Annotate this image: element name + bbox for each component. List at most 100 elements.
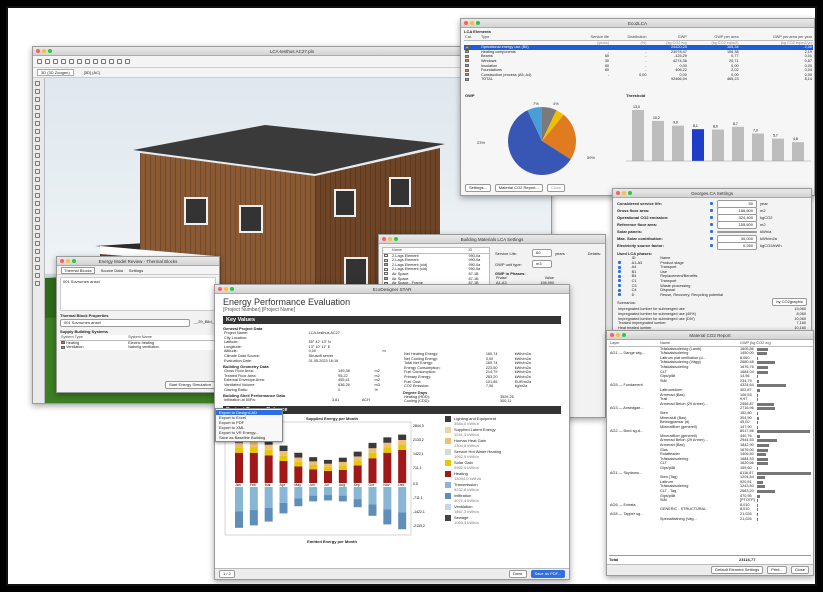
default-element-settings-button[interactable]: Default Element Settings	[711, 566, 764, 574]
done-button[interactable]: Done	[508, 570, 527, 578]
settings-button[interactable]: Settings...	[465, 184, 491, 192]
tab-thermal-blocks[interactable]: Thermal Blocks	[61, 266, 95, 274]
legend-item: Human Heat Gain 1304,8 kWh/a	[445, 437, 561, 448]
tab-3d-view[interactable]: 3D (3D Zoogen)	[37, 69, 74, 76]
mr-gwp-value: 1605,86	[740, 346, 754, 351]
close-window-icon[interactable]	[60, 259, 64, 263]
fill-icon[interactable]	[35, 233, 40, 238]
text-icon[interactable]	[35, 185, 40, 190]
pencil-icon[interactable]	[61, 59, 66, 64]
roof-icon[interactable]	[35, 145, 40, 150]
beam-icon[interactable]	[35, 121, 40, 126]
shell-icon[interactable]	[35, 153, 40, 158]
morph-icon[interactable]	[35, 161, 40, 166]
checkbox-icon[interactable]	[710, 202, 713, 205]
window-icon[interactable]	[35, 105, 40, 110]
checkbox-icon[interactable]	[710, 230, 713, 233]
select-tool-icon[interactable]	[35, 81, 40, 86]
zone-icon[interactable]	[35, 177, 40, 182]
dimension-icon[interactable]	[35, 201, 40, 206]
material-report-button[interactable]: Material CO2 Report...	[494, 184, 543, 192]
arc-icon[interactable]	[35, 217, 40, 222]
undo-icon[interactable]	[37, 59, 42, 64]
system-row[interactable]: Ventilation Naturlig ventilation	[60, 345, 218, 350]
orbit-icon[interactable]	[117, 59, 122, 64]
general-row: Evaluation Date: 01.05.2023 16:16	[223, 359, 393, 364]
zoom-window-icon[interactable]	[72, 259, 76, 263]
grid-icon[interactable]	[93, 59, 98, 64]
legend-value: 13094,0 kWh/a	[454, 475, 481, 481]
thermal-block-name-field[interactable]: 001 Sovrumen ansel	[60, 319, 190, 327]
minimize-window-icon[interactable]	[616, 333, 620, 337]
checkbox-icon[interactable]	[710, 223, 713, 226]
layers-icon[interactable]	[101, 59, 106, 64]
checkbox-icon[interactable]	[710, 209, 713, 212]
section-icon[interactable]	[35, 257, 40, 262]
column-icon[interactable]	[35, 113, 40, 118]
line-icon[interactable]	[35, 209, 40, 214]
service-life-input[interactable]: 60	[532, 249, 552, 257]
material-report-row[interactable]: Specialfaltning (Vag... 21,026	[609, 517, 813, 522]
start-energy-simulation-button[interactable]: Start Energy Simulation	[164, 381, 215, 389]
checkbox-icon[interactable]	[710, 244, 713, 247]
eco-setting-input[interactable]: 0,250	[717, 241, 757, 250]
worksheet-icon[interactable]	[35, 281, 40, 286]
zoom-window-icon[interactable]	[476, 21, 480, 25]
zoom-window-icon[interactable]	[394, 237, 398, 241]
label-icon[interactable]	[35, 193, 40, 198]
thermal-block-list-item[interactable]: 001 Sovrumen ansel	[60, 277, 216, 311]
close-window-icon[interactable]	[464, 21, 468, 25]
minimize-window-icon[interactable]	[388, 237, 392, 241]
zoom-window-icon[interactable]	[48, 49, 52, 53]
page-indicator[interactable]: 1 / 2	[219, 570, 235, 578]
save-pdf-button[interactable]: Save as PDF...	[530, 570, 565, 578]
zoom-icon[interactable]	[125, 59, 130, 64]
close-window-icon[interactable]	[610, 333, 614, 337]
roof-tool-icon[interactable]	[85, 59, 90, 64]
scenario-select[interactable]: by CO2graphic	[772, 298, 807, 307]
polyline-icon[interactable]	[35, 225, 40, 230]
elevation-icon[interactable]	[35, 265, 40, 270]
camera-icon[interactable]	[35, 249, 40, 254]
tab-settings[interactable]: Settings	[129, 268, 143, 273]
lca-element-row[interactable]: TOTAL 92466,94 465,23 8,14	[464, 77, 813, 82]
settings-icon[interactable]	[109, 59, 114, 64]
minimize-window-icon[interactable]	[622, 191, 626, 195]
close-window-icon[interactable]	[218, 287, 222, 291]
material-close-button[interactable]: Close	[790, 566, 809, 574]
checkbox-icon[interactable]	[710, 237, 713, 240]
minimize-window-icon[interactable]	[42, 49, 46, 53]
minimize-window-icon[interactable]	[470, 21, 474, 25]
checkbox-icon[interactable]	[710, 216, 713, 219]
close-button[interactable]: Close	[546, 184, 566, 192]
slab-icon[interactable]	[35, 129, 40, 134]
zoom-window-icon[interactable]	[622, 333, 626, 337]
stair-icon[interactable]	[35, 137, 40, 142]
arrow-icon[interactable]	[53, 59, 58, 64]
wall-tool-icon[interactable]	[69, 59, 74, 64]
slab-tool-icon[interactable]	[77, 59, 82, 64]
zoom-window-icon[interactable]	[230, 287, 234, 291]
supplied-energy-bar	[309, 464, 318, 470]
tab-3d-ac[interactable]: [3D] (AC)	[84, 70, 101, 75]
close-window-icon[interactable]	[382, 237, 386, 241]
minimize-window-icon[interactable]	[66, 259, 70, 263]
eco-setting-input[interactable]: 155,600	[717, 220, 757, 229]
gwp-bar	[757, 370, 769, 374]
hotspot-icon[interactable]	[35, 241, 40, 246]
close-window-icon[interactable]	[36, 49, 40, 53]
redo-icon[interactable]	[45, 59, 50, 64]
door-icon[interactable]	[35, 97, 40, 102]
gwp-unit-select[interactable]: m3	[532, 260, 552, 268]
print-button[interactable]: Print...	[767, 566, 787, 574]
object-icon[interactable]	[35, 169, 40, 174]
zoom-window-icon[interactable]	[628, 191, 632, 195]
eco-setting-input[interactable]	[717, 230, 757, 233]
close-window-icon[interactable]	[616, 191, 620, 195]
wall-icon[interactable]	[35, 89, 40, 94]
detail-icon[interactable]	[35, 273, 40, 278]
service-life-unit: years	[555, 250, 565, 256]
context-menu-item[interactable]: Save as Baseline Building	[216, 435, 282, 440]
tab-source-data[interactable]: Source Data	[101, 268, 123, 273]
minimize-window-icon[interactable]	[224, 287, 228, 291]
